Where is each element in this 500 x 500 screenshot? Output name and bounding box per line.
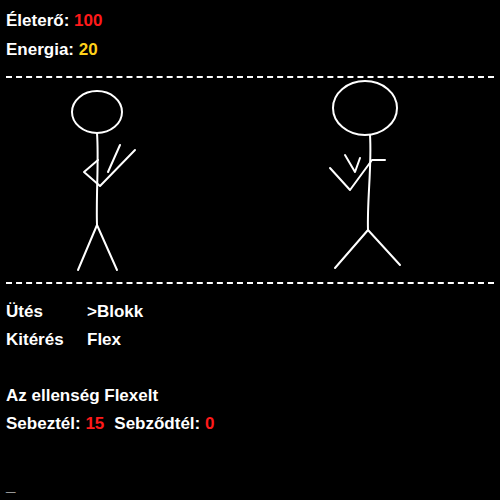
stat-row: Energia: 20 bbox=[6, 35, 494, 64]
action-menu: Ütés>BlokkKitérésFlex bbox=[6, 284, 494, 354]
stat-label: Energia: bbox=[6, 40, 74, 59]
stat-value: 100 bbox=[74, 11, 102, 30]
combat-results: Sebeztél: 15 Sebződtél: 0 bbox=[6, 410, 494, 438]
player-figure-icon bbox=[72, 91, 135, 270]
result-item: Sebződtél: 0 bbox=[114, 410, 214, 438]
menu-item[interactable]: Ütés bbox=[6, 298, 87, 326]
result-item: Sebeztél: 15 bbox=[6, 410, 104, 438]
result-label: Sebeztél: bbox=[6, 414, 81, 433]
result-label: Sebződtél: bbox=[114, 414, 200, 433]
stat-value: 20 bbox=[79, 40, 98, 59]
result-value: 0 bbox=[205, 414, 214, 433]
combat-message: Az ellenség Flexelt bbox=[6, 382, 494, 410]
menu-item[interactable]: Kitérés bbox=[6, 326, 87, 354]
stat-label: Életerő: bbox=[6, 11, 69, 30]
result-value: 15 bbox=[85, 414, 104, 433]
menu-item[interactable]: Flex bbox=[87, 326, 494, 354]
menu-item[interactable]: >Blokk bbox=[87, 298, 494, 326]
arena-figures bbox=[6, 78, 494, 282]
enemy-figure-icon bbox=[330, 81, 400, 268]
stat-row: Életerő: 100 bbox=[6, 6, 494, 35]
dashed-divider bbox=[6, 282, 494, 284]
game-screen: Életerő: 100Energia: 20Ütés>BlokkKitérés… bbox=[0, 0, 500, 500]
dashed-divider bbox=[6, 76, 494, 78]
player-stats: Életerő: 100Energia: 20 bbox=[6, 6, 494, 64]
input-prompt[interactable]: _ bbox=[6, 474, 494, 500]
